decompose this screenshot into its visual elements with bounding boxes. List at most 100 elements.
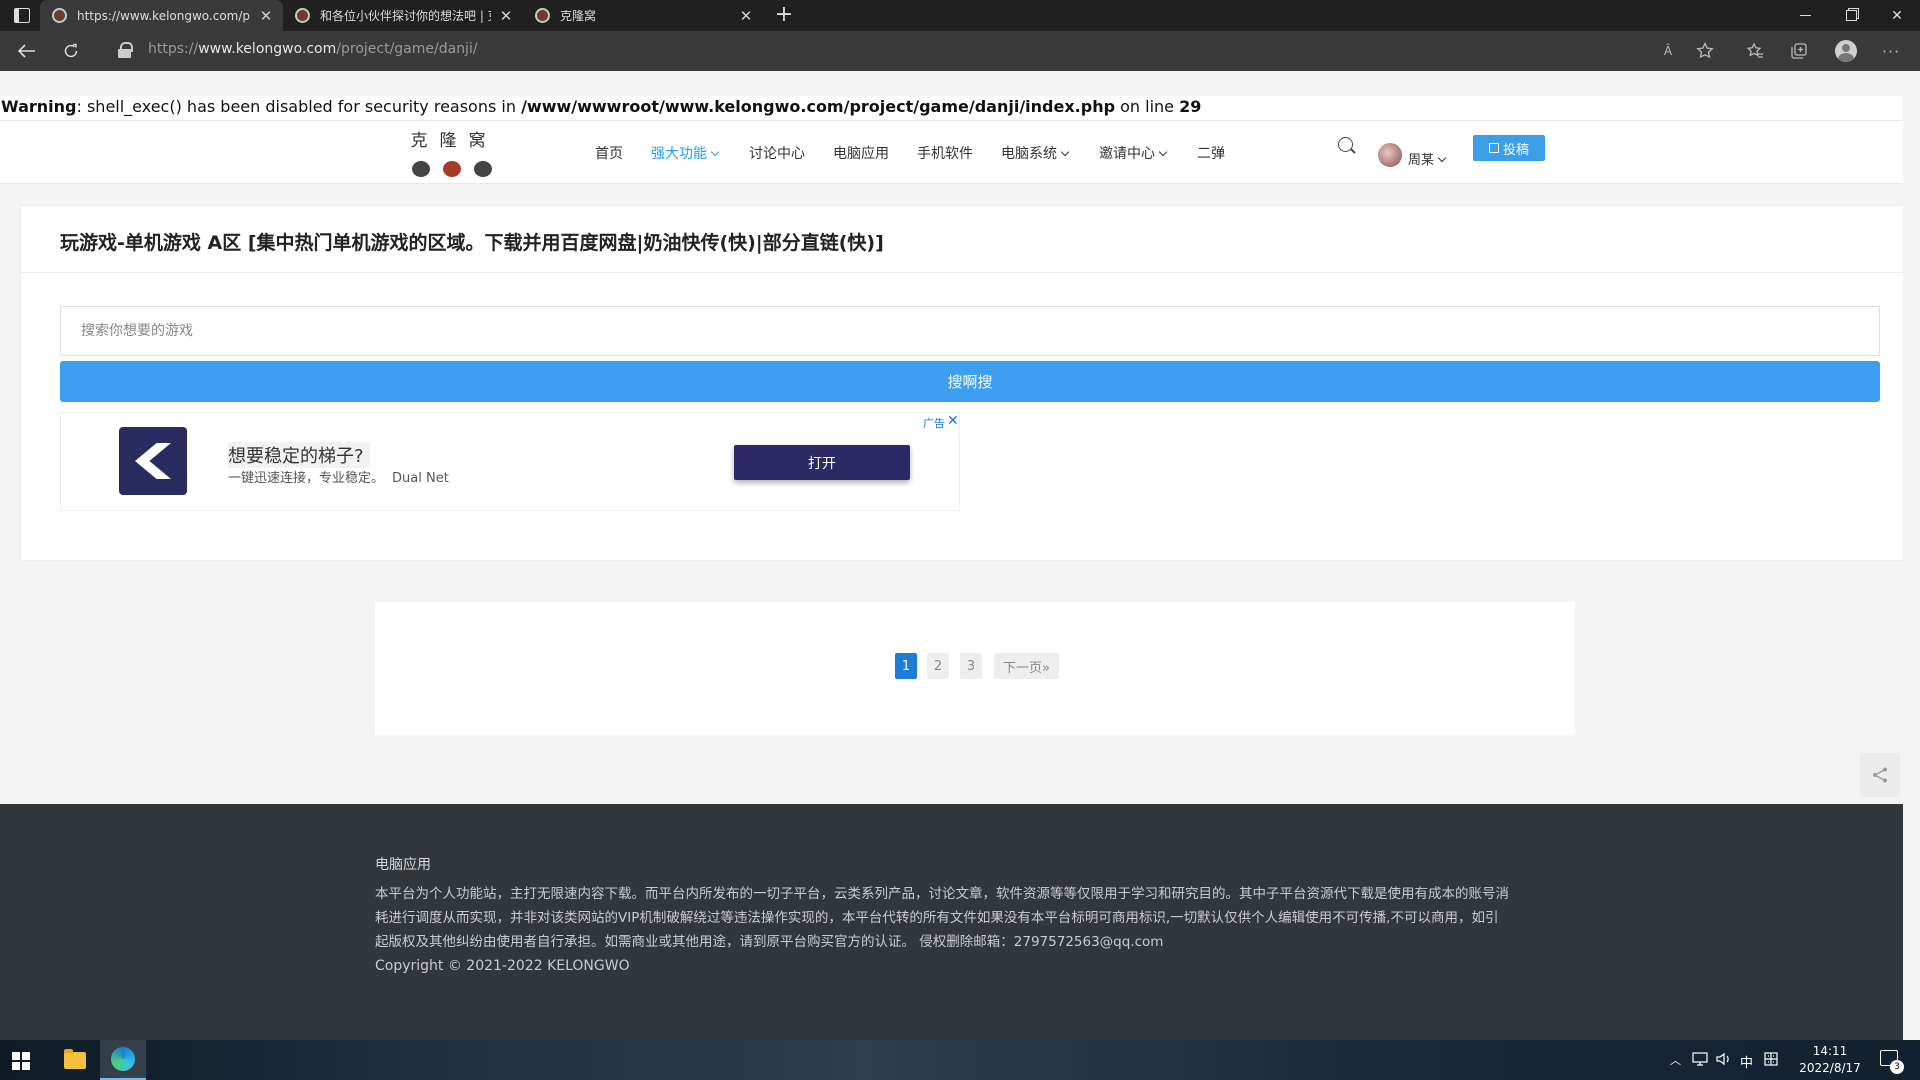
back-arrow-icon — [18, 44, 35, 58]
windows-taskbar: ︿ 中 14:11 2022/8/17 3 — [0, 1040, 1920, 1080]
site-navbar: 克隆窝 首页 强大功能 讨论中心 电脑应用 手机软件 电脑系统 邀请中心 二弹 … — [0, 120, 1920, 184]
warning-line: 29 — [1179, 97, 1202, 116]
page-title: 玩游戏-单机游戏 A区 [集中热门单机游戏的区域。下载并用百度网盘|奶油快传(快… — [60, 232, 884, 254]
ad-headline: 想要稳定的梯子? — [228, 442, 370, 468]
taskbar-clock[interactable]: 14:11 2022/8/17 — [1790, 1043, 1870, 1077]
tab-kelongwo-home[interactable]: 克隆窝 ✕ — [523, 0, 763, 31]
minimize-button[interactable] — [1782, 0, 1828, 31]
search-button[interactable]: 搜啊搜 — [60, 361, 1880, 402]
tab-close-icon[interactable]: ✕ — [739, 7, 753, 25]
collections-icon[interactable] — [1788, 40, 1810, 62]
publish-button[interactable]: 投稿 — [1473, 135, 1545, 161]
ad-label[interactable]: 广告 — [923, 415, 945, 431]
browser-toolbar: https://www.kelongwo.com/project/game/da… — [0, 31, 1920, 71]
page-3-button[interactable]: 3 — [960, 653, 982, 679]
close-window-button[interactable]: ✕ — [1874, 0, 1920, 31]
page-scrollbar[interactable] — [1903, 71, 1920, 1040]
search-icon[interactable] — [1338, 137, 1353, 152]
nav-pc-apps[interactable]: 电脑应用 — [833, 143, 889, 163]
add-favorite-icon[interactable] — [1694, 40, 1716, 62]
nav-second[interactable]: 二弹 — [1197, 143, 1225, 163]
logo-text: 克隆窝 — [410, 131, 498, 151]
share-button[interactable] — [1860, 753, 1900, 797]
chevron-down-icon — [1060, 147, 1070, 157]
next-page-button[interactable]: 下一页» — [994, 653, 1059, 679]
volume-icon[interactable] — [1716, 1052, 1732, 1070]
tab-close-icon[interactable]: ✕ — [499, 7, 513, 25]
profile-avatar[interactable] — [1835, 40, 1857, 62]
tab-favicon-icon — [535, 8, 550, 23]
tab-close-icon[interactable]: ✕ — [259, 7, 273, 25]
tab-title: 和各位小伙伴探讨你的想法吧 | 克 — [320, 9, 491, 23]
ad-description: 一键迅速连接，专业稳定。 — [228, 471, 385, 486]
back-button[interactable] — [12, 37, 42, 65]
read-aloud-icon[interactable]: Â — [1657, 40, 1679, 62]
footer-copyright: Copyright © 2021-2022 KELONGWO — [375, 958, 630, 974]
warning-text-2: on line — [1115, 97, 1180, 116]
refresh-button[interactable] — [56, 37, 86, 65]
divider — [21, 272, 1919, 273]
warning-path: /www/wwwroot/www.kelongwo.com/project/ga… — [521, 97, 1116, 116]
restore-button[interactable] — [1828, 0, 1874, 31]
web-page: Warning: shell_exec() has been disabled … — [0, 71, 1920, 1040]
ad-brand: Dual Net — [392, 471, 449, 486]
nav-home[interactable]: 首页 — [595, 143, 623, 163]
logo-dot-icon — [474, 161, 492, 177]
lock-icon[interactable] — [118, 42, 133, 58]
windows-start-icon[interactable] — [12, 1052, 30, 1070]
nav-mobile-software[interactable]: 手机软件 — [917, 143, 973, 163]
url-domain: www.kelongwo.com — [198, 41, 337, 57]
settings-more-icon[interactable]: ··· — [1880, 40, 1902, 62]
ime-mode-icon[interactable] — [1764, 1052, 1778, 1070]
tab-discussion[interactable]: 和各位小伙伴探讨你的想法吧 | 克 ✕ — [283, 0, 523, 31]
nav-features[interactable]: 强大功能 — [651, 143, 720, 163]
user-menu[interactable]: 周某 — [1408, 149, 1447, 168]
tab-title: 克隆窝 — [560, 9, 597, 23]
php-warning: Warning: shell_exec() has been disabled … — [0, 96, 1920, 120]
pagination: 1 2 3 下一页» — [375, 602, 1575, 735]
file-explorer-button[interactable] — [52, 1040, 98, 1080]
chevron-down-icon — [1437, 153, 1447, 163]
ime-indicator[interactable]: 中 — [1740, 1052, 1753, 1071]
address-bar[interactable]: https://www.kelongwo.com/project/game/da… — [148, 41, 478, 57]
clock-time: 14:11 — [1812, 1044, 1848, 1058]
page-1-button[interactable]: 1 — [895, 653, 917, 679]
edge-taskbar-button[interactable] — [100, 1040, 146, 1080]
network-icon[interactable] — [1692, 1052, 1708, 1070]
nav-discussion[interactable]: 讨论中心 — [749, 143, 805, 163]
nav-pc-systems-label: 电脑系统 — [1001, 146, 1057, 162]
logo-dot-icon — [412, 161, 430, 177]
chevron-down-icon — [1158, 147, 1168, 157]
user-avatar[interactable] — [1378, 143, 1402, 167]
game-list-card: 玩游戏-单机游戏 A区 [集中热门单机游戏的区域。下载并用百度网盘|奶油快传(快… — [20, 205, 1920, 561]
game-search-input[interactable] — [60, 306, 1880, 356]
favorites-icon[interactable] — [1744, 40, 1766, 62]
nav-invite[interactable]: 邀请中心 — [1099, 143, 1168, 163]
nav-invite-label: 邀请中心 — [1099, 146, 1155, 162]
folder-icon — [64, 1048, 86, 1069]
site-footer: 电脑应用 本平台为个人功能站，主打无限速内容下载。而平台内所发布的一切子平台，云… — [0, 804, 1920, 1040]
edit-icon — [1488, 143, 1499, 153]
publish-label: 投稿 — [1502, 142, 1529, 158]
nav-pc-systems[interactable]: 电脑系统 — [1001, 143, 1070, 163]
warning-text: : shell_exec() has been disabled for sec… — [76, 97, 522, 116]
chevron-down-icon — [710, 147, 720, 157]
ad-open-button[interactable]: 打开 — [734, 445, 910, 480]
footer-title: 电脑应用 — [375, 857, 431, 873]
url-path: /project/game/danji/ — [336, 41, 478, 57]
page-2-button[interactable]: 2 — [927, 653, 949, 679]
tab-kelongwo-project[interactable]: https://www.kelongwo.com/pro ✕ — [40, 0, 283, 31]
nav-features-label: 强大功能 — [651, 146, 707, 162]
tray-chevron-icon[interactable]: ︿ — [1670, 1052, 1681, 1068]
refresh-icon — [64, 43, 78, 58]
edge-icon — [111, 1047, 135, 1071]
ad-close-icon[interactable]: ✕ — [947, 413, 959, 429]
url-prefix: https:// — [148, 41, 199, 57]
clock-date: 2022/8/17 — [1799, 1061, 1861, 1075]
tab-title: https://www.kelongwo.com/pro — [77, 8, 251, 23]
ad-subline: 一键迅速连接，专业稳定。 Dual Net — [228, 467, 449, 486]
tab-actions-icon[interactable] — [14, 8, 30, 23]
ad-banner[interactable]: 想要稳定的梯子? 一键迅速连接，专业稳定。 Dual Net 打开 广告 ✕ — [60, 412, 960, 511]
site-logo[interactable]: 克隆窝 — [410, 126, 498, 180]
new-tab-button[interactable]: + — [772, 3, 796, 27]
